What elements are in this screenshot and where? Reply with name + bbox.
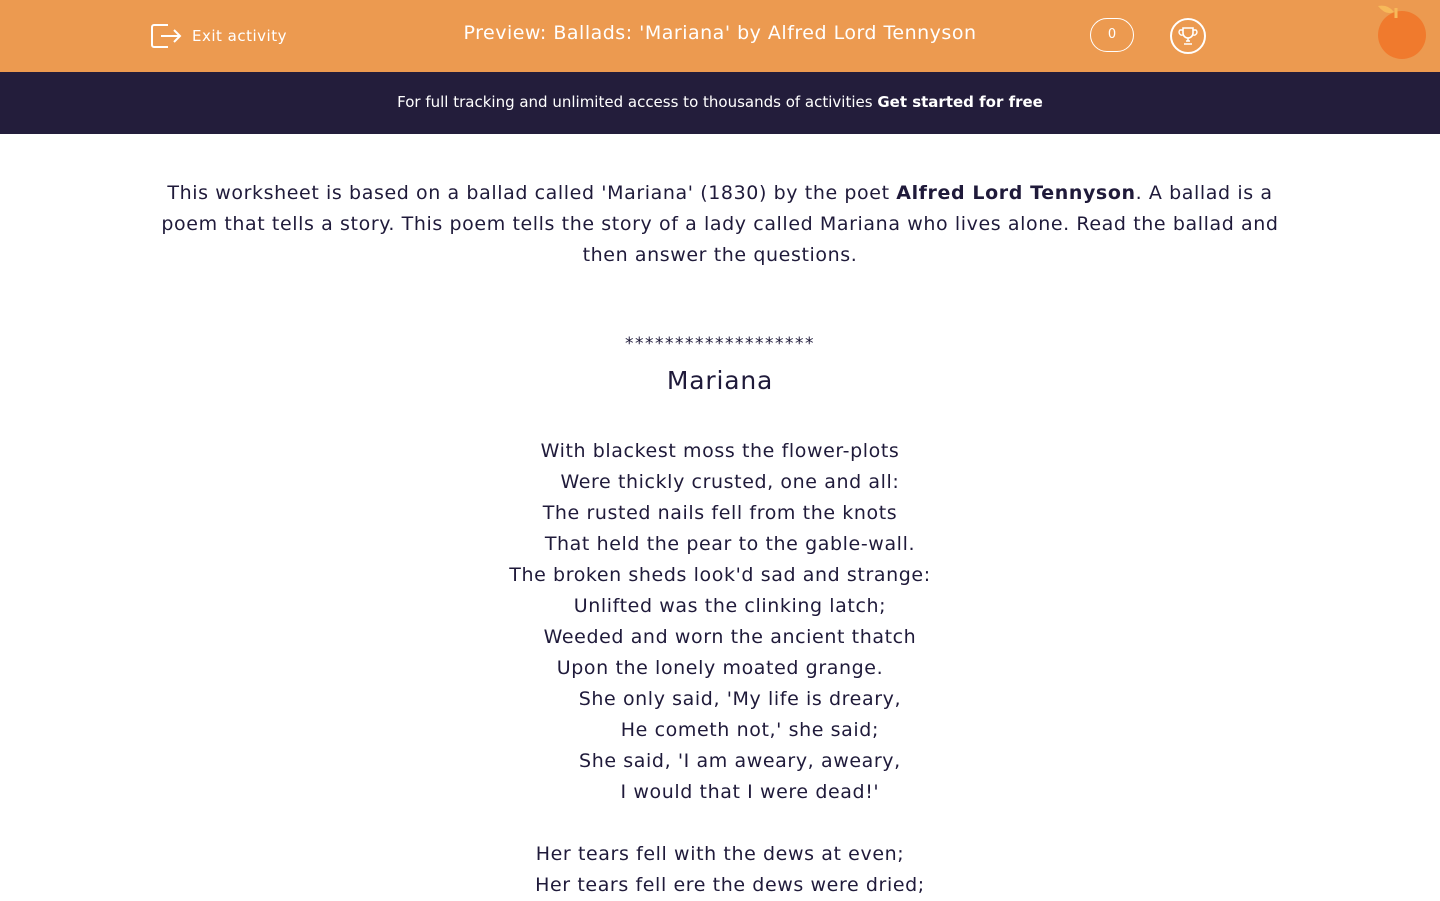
banner-text: For full tracking and unlimited access t… xyxy=(397,93,878,111)
score-badge: 0 xyxy=(1090,18,1134,52)
page-title: Preview: Ballads: 'Mariana' by Alfred Lo… xyxy=(463,22,977,44)
poem-body: With blackest moss the flower-plots Were… xyxy=(0,436,1440,901)
top-bar: Exit activity Preview: Ballads: 'Mariana… xyxy=(0,0,1440,72)
get-started-link[interactable]: Get started for free xyxy=(877,93,1043,111)
poet-name: Alfred Lord Tennyson xyxy=(896,182,1136,204)
orange-logo-icon xyxy=(1378,5,1426,59)
separator: ******************* xyxy=(625,334,815,354)
poem-line: The broken sheds look'd sad and strange: xyxy=(509,564,931,586)
trophy-icon xyxy=(1178,27,1198,45)
intro-text-1: This worksheet is based on a ballad call… xyxy=(167,182,897,204)
poem-line: Her tears fell with the dews at even; xyxy=(535,843,905,865)
poem-line: She only said, 'My life is dreary, xyxy=(538,688,902,710)
poem-line: Weeded and worn the ancient thatch xyxy=(523,626,917,648)
access-banner: For full tracking and unlimited access t… xyxy=(0,72,1440,134)
poem-line: Upon the lonely moated grange. xyxy=(556,657,884,679)
poem-line: That held the pear to the gable-wall. xyxy=(524,533,916,555)
stanza-gap xyxy=(0,808,1440,839)
poem-line: The rusted nails fell from the knots xyxy=(542,502,898,524)
poem-line: With blackest moss the flower-plots xyxy=(540,440,900,462)
intro-paragraph: This worksheet is based on a ballad call… xyxy=(140,178,1300,271)
poem-line: I would that I were dead!' xyxy=(560,781,880,803)
exit-activity-label: Exit activity xyxy=(192,27,287,45)
poem-title: Mariana xyxy=(666,366,774,395)
exit-icon xyxy=(151,24,182,48)
poem-line: Unlifted was the clinking latch; xyxy=(553,595,887,617)
poem-line: He cometh not,' she said; xyxy=(561,719,879,741)
trophy-button[interactable] xyxy=(1170,18,1206,54)
poem-line: Were thickly crusted, one and all: xyxy=(540,471,900,493)
poem-line: Her tears fell ere the dews were dried; xyxy=(515,874,925,896)
exit-activity-button[interactable]: Exit activity xyxy=(150,21,287,51)
poem-line: She said, 'I am aweary, aweary, xyxy=(539,750,901,772)
